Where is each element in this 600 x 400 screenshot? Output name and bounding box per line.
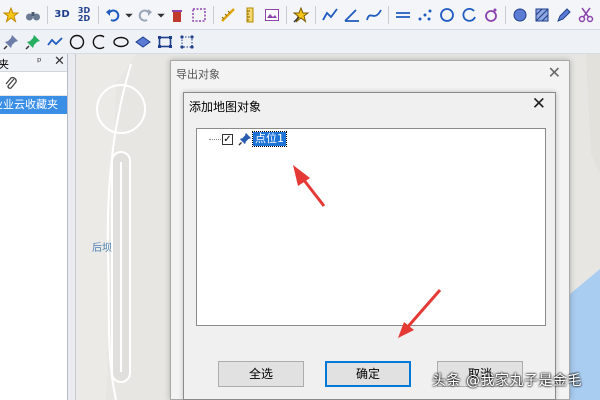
annotation-arrow-2 <box>403 289 442 331</box>
watermark: 头条 @我家丸子是金毛 <box>432 373 582 389</box>
annotation-arrows <box>293 165 442 338</box>
